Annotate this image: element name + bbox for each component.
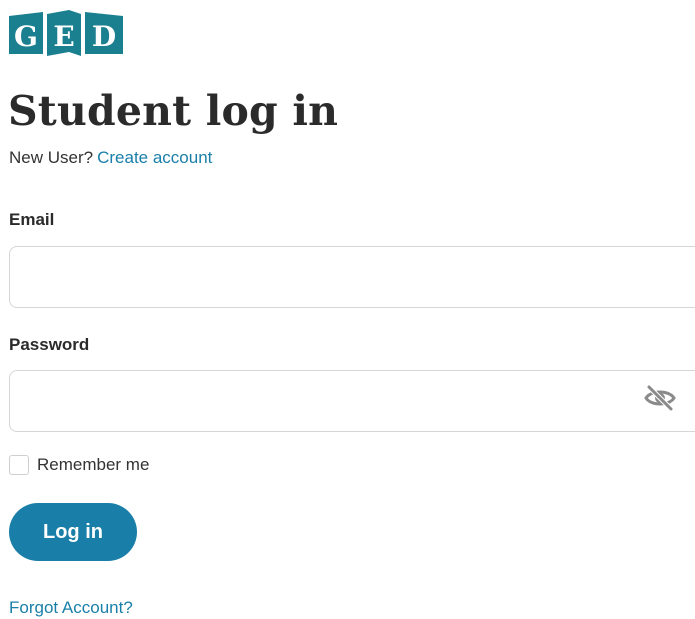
logo-letter-d: D <box>92 20 116 53</box>
login-button[interactable]: Log in <box>9 503 137 561</box>
forgot-account-link[interactable]: Forgot Account? <box>9 597 133 619</box>
new-user-prompt: New User? Create account <box>9 147 212 169</box>
remember-me-label: Remember me <box>37 455 150 474</box>
ged-logo-graphic: G E D <box>9 10 123 56</box>
email-field[interactable] <box>10 247 642 307</box>
logo-letter-g: G <box>14 20 38 53</box>
new-user-text: New User? <box>9 148 94 167</box>
password-label: Password <box>9 335 90 354</box>
ged-logo[interactable]: G E D <box>9 10 123 56</box>
logo-letter-e: E <box>53 20 74 53</box>
remember-me-option[interactable]: Remember me <box>9 454 149 476</box>
email-label: Email <box>9 210 55 229</box>
eye-off-icon[interactable] <box>644 384 676 412</box>
password-field-container <box>9 370 695 432</box>
remember-me-checkbox[interactable] <box>9 455 29 475</box>
create-account-link[interactable]: Create account <box>97 148 212 167</box>
password-field[interactable] <box>10 371 642 431</box>
email-field-container <box>9 246 695 308</box>
login-page: G E D Student log in New User? Create acc… <box>0 0 695 619</box>
page-title: Student log in <box>8 87 339 135</box>
